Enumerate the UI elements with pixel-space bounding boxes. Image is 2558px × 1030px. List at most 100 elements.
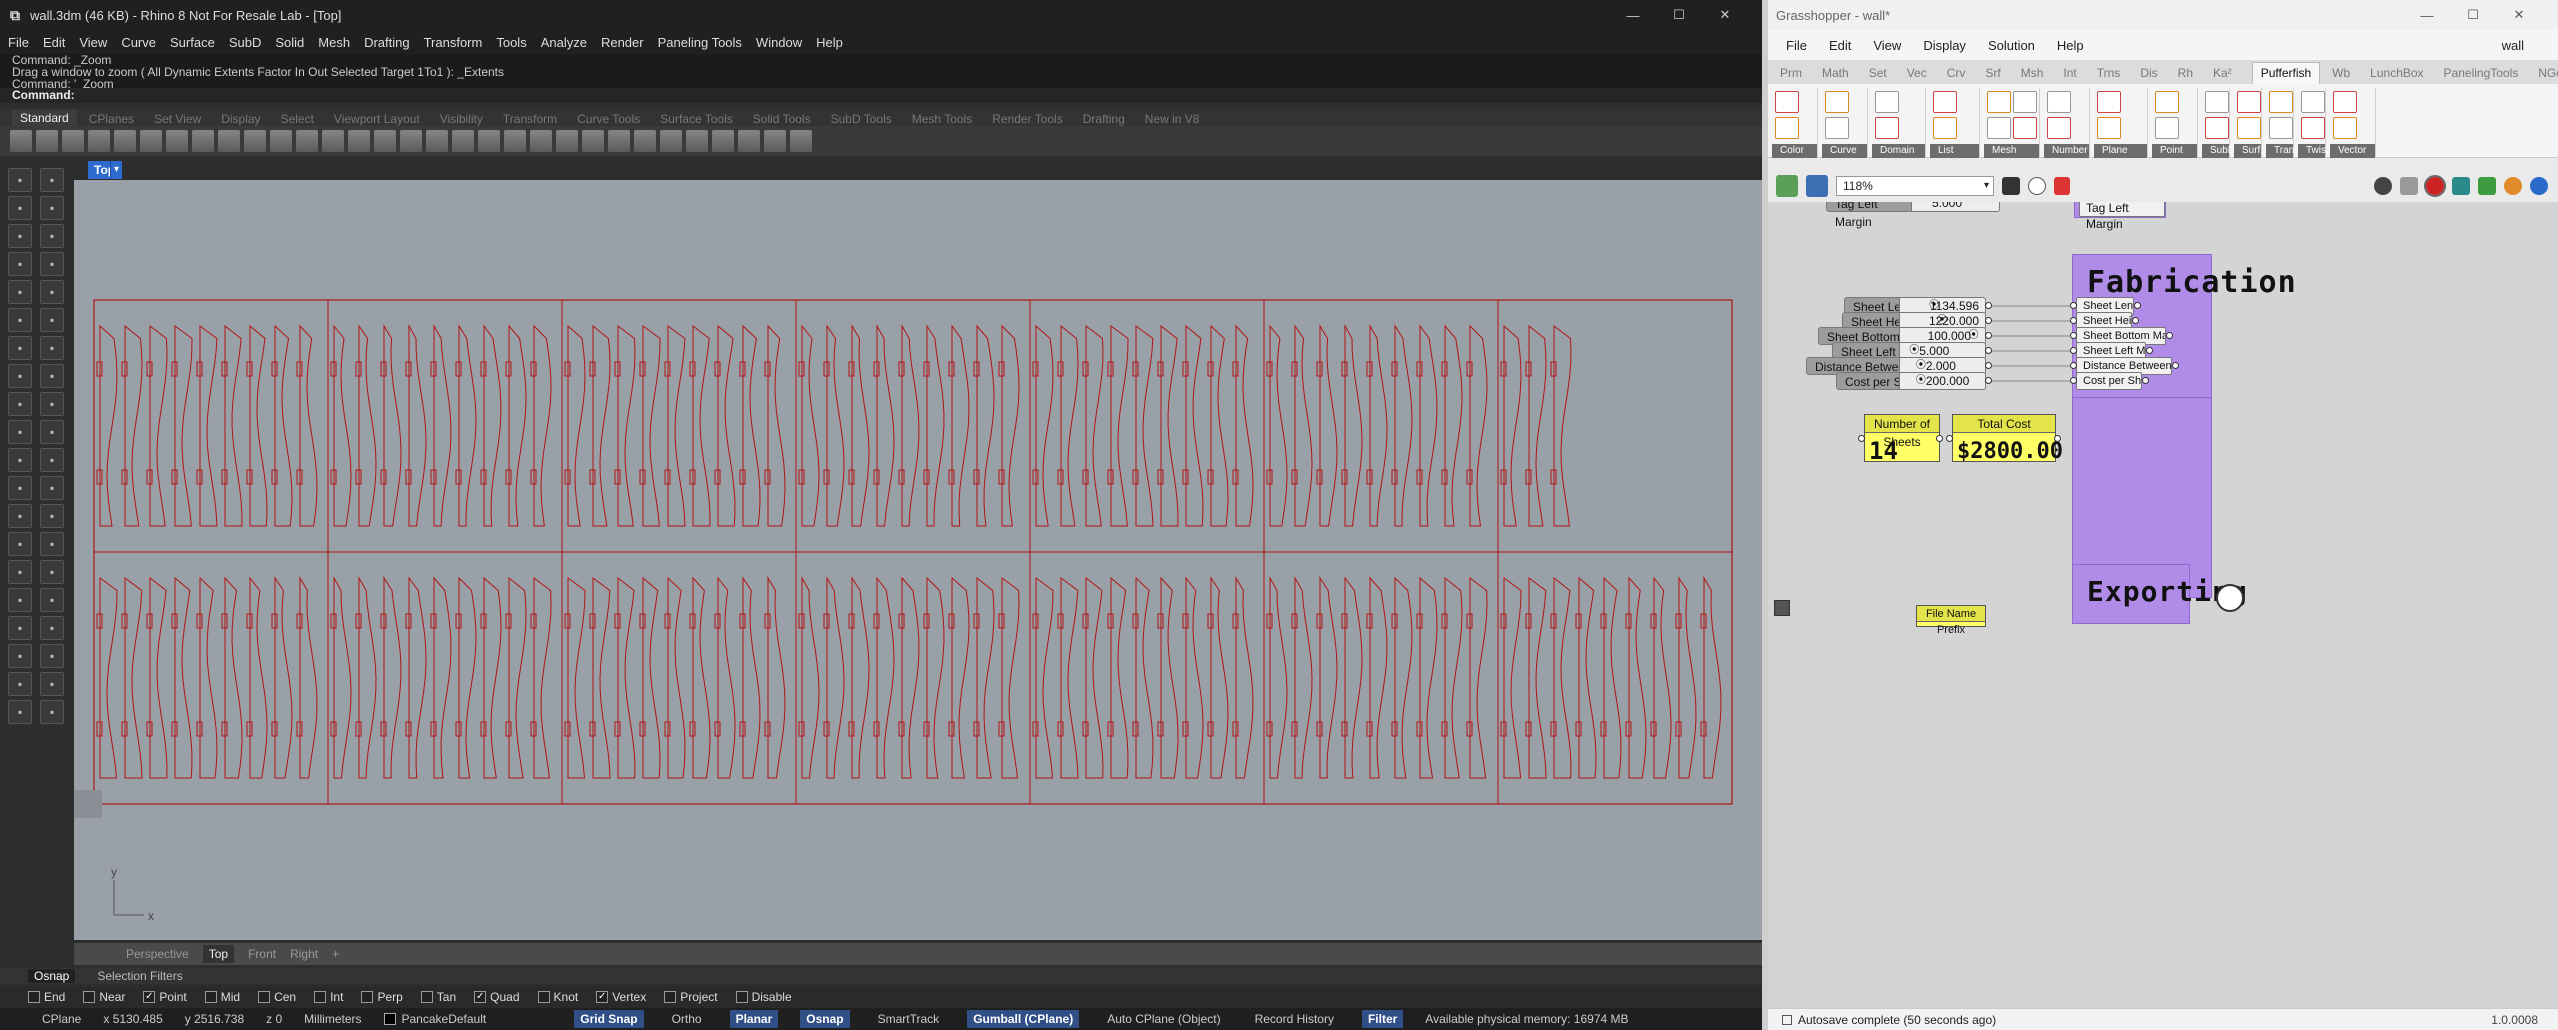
polyline-tool-icon[interactable]: ▪	[8, 196, 32, 220]
snapshot-icon[interactable]	[764, 130, 786, 152]
wall-slice-curve[interactable]	[1001, 576, 1020, 779]
preview-eye-icon[interactable]	[2028, 177, 2046, 195]
print-icon[interactable]	[88, 130, 110, 152]
input-output-port[interactable]	[2134, 302, 2141, 309]
wall-slice-curve[interactable]	[826, 576, 845, 779]
menu-surface[interactable]: Surface	[170, 35, 215, 50]
cut-icon[interactable]	[140, 130, 162, 152]
number-of-sheets-panel[interactable]: Number of Sheets 14	[1864, 414, 1940, 465]
wall-slice-curve[interactable]	[408, 324, 427, 527]
wall-slice-curve[interactable]	[99, 577, 118, 779]
fab-input-cost-per-sheet[interactable]: Cost per Sheet	[2076, 372, 2142, 390]
wall-slice-curve[interactable]	[1419, 576, 1438, 779]
wall-slice-curve[interactable]	[851, 576, 870, 779]
grid-snap-toggle[interactable]: Grid Snap	[574, 1010, 644, 1028]
rotate-view-icon[interactable]	[270, 130, 292, 152]
cluster-icon[interactable]	[2452, 177, 2470, 195]
wall-slice-curve[interactable]	[1035, 577, 1054, 779]
mirror-tool-icon[interactable]: ▪	[40, 476, 64, 500]
gh-menu-help[interactable]: Help	[2057, 38, 2084, 53]
menu-help[interactable]: Help	[816, 35, 843, 50]
display-mode-icon[interactable]	[660, 130, 682, 152]
wall-slice-curve[interactable]	[801, 324, 820, 527]
open-file-icon[interactable]	[1776, 175, 1798, 197]
chamfer-tool-icon[interactable]: ▪	[40, 420, 64, 444]
component-icon[interactable]	[2237, 117, 2261, 139]
wall-slice-curve[interactable]	[383, 324, 402, 527]
menu-transform[interactable]: Transform	[424, 35, 483, 50]
move-tool-icon[interactable]: ▪	[8, 448, 32, 472]
gh-tab-wb[interactable]: Wb	[2332, 66, 2350, 84]
checkbox[interactable]	[83, 991, 96, 1003]
import-icon[interactable]	[114, 130, 136, 152]
ribbon-group-label[interactable]: Mesh	[1984, 144, 2039, 158]
tab-drafting[interactable]: Drafting	[1083, 112, 1125, 126]
gumball-toggle[interactable]: Gumball (CPlane)	[967, 1010, 1080, 1028]
lights-icon[interactable]	[712, 130, 734, 152]
osnap-tab-osnap[interactable]: Osnap	[28, 969, 76, 983]
wall-slice-curve[interactable]	[1469, 576, 1488, 779]
wall-slice-curve[interactable]	[926, 576, 945, 779]
wall-slice-curve[interactable]	[1085, 576, 1104, 779]
gh-menu-file[interactable]: File	[1786, 38, 1807, 53]
wall-slice-curve[interactable]	[826, 324, 845, 527]
wall-slice-curve[interactable]	[667, 576, 686, 779]
view-tab-front[interactable]: Front	[248, 947, 276, 961]
wall-slice-curve[interactable]	[99, 324, 118, 527]
hatch-tool-icon[interactable]: ▪	[8, 616, 32, 640]
snap-perp[interactable]: Perp	[361, 990, 403, 1004]
component-icon[interactable]	[2333, 91, 2357, 113]
wall-slice-curve[interactable]	[742, 576, 761, 779]
gh-tab-set[interactable]: Set	[1869, 66, 1887, 84]
arc-tool-icon[interactable]: ▪	[40, 224, 64, 248]
tab-transform[interactable]: Transform	[503, 112, 557, 126]
materials-icon[interactable]	[686, 130, 708, 152]
wall-slice-curve[interactable]	[333, 576, 352, 779]
component-icon[interactable]	[2205, 117, 2229, 139]
menu-analyze[interactable]: Analyze	[541, 35, 587, 50]
select-tool-icon[interactable]: ▪	[8, 168, 32, 192]
wall-slice-curve[interactable]	[358, 576, 377, 779]
gh-menu-solution[interactable]: Solution	[1988, 38, 2035, 53]
wall-slice-curve[interactable]	[1653, 576, 1672, 779]
view-tab-right[interactable]: Right	[290, 947, 318, 961]
wall-slice-curve[interactable]	[1269, 324, 1288, 527]
wall-slice-curve[interactable]	[533, 324, 552, 527]
wall-slice-curve[interactable]	[1319, 324, 1338, 527]
gh-menu-edit[interactable]: Edit	[1829, 38, 1851, 53]
tab-select[interactable]: Select	[281, 112, 314, 126]
viewport-menu-arrow-icon[interactable]: ▾	[110, 161, 122, 179]
slider-track[interactable]: ⦿ 200.000	[1900, 372, 1986, 390]
osnap-panel-icon[interactable]	[582, 130, 604, 152]
wall-slice-curve[interactable]	[876, 324, 895, 527]
paste-icon[interactable]	[192, 130, 214, 152]
wall-slice-curve[interactable]	[1503, 324, 1522, 527]
wall-slice-curve[interactable]	[1060, 577, 1079, 779]
ribbon-group-label[interactable]: Vector	[2330, 144, 2375, 158]
snap-knot[interactable]: Knot	[537, 990, 578, 1004]
tab-new-in-v8[interactable]: New in V8	[1145, 112, 1200, 126]
boolean-tool-icon[interactable]: ▪	[8, 392, 32, 416]
wall-slice-curve[interactable]	[299, 324, 318, 527]
gh-tab-prm[interactable]: Prm	[1780, 66, 1802, 84]
paint-brush-icon[interactable]	[2054, 177, 2070, 195]
tab-render-tools[interactable]: Render Tools	[992, 112, 1063, 126]
wall-slice-curve[interactable]	[1210, 576, 1229, 779]
wall-slice-curve[interactable]	[199, 576, 218, 779]
component-icon[interactable]	[1875, 117, 1899, 139]
wall-slice-curve[interactable]	[1001, 324, 1020, 527]
smarttrack-toggle[interactable]: SmartTrack	[872, 1010, 946, 1028]
set-cplane-icon[interactable]	[452, 130, 474, 152]
wall-slice-curve[interactable]	[1235, 576, 1254, 779]
wall-slice-curve[interactable]	[692, 576, 711, 779]
snap-mid[interactable]: Mid	[204, 990, 240, 1004]
checkbox[interactable]	[537, 991, 550, 1003]
wall-slice-curve[interactable]	[1110, 325, 1129, 527]
zoom-selected-icon[interactable]	[374, 130, 396, 152]
slider-knob-icon[interactable]: ⦿	[1916, 373, 1926, 389]
wall-slice-curve[interactable]	[742, 324, 761, 527]
panel-input-port[interactable]	[1858, 435, 1865, 442]
menu-drafting[interactable]: Drafting	[364, 35, 410, 50]
wall-slice-curve[interactable]	[642, 325, 661, 527]
gh-tab-ka[interactable]: Ka²	[2213, 66, 2232, 84]
